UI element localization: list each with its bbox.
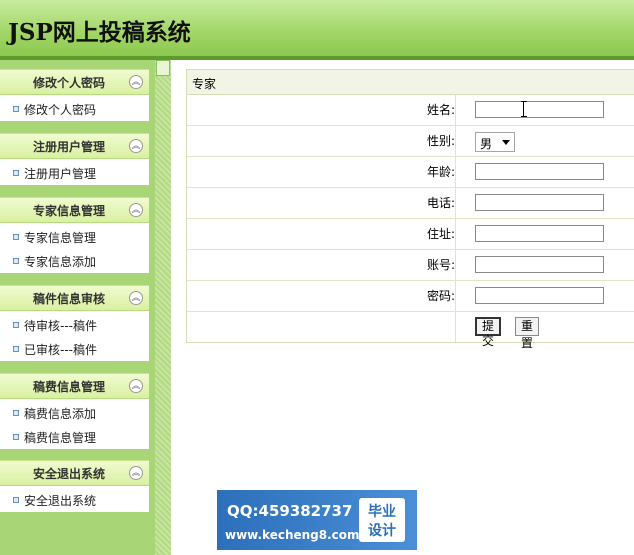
row-address: 住址:	[187, 219, 634, 250]
bullet-icon	[13, 106, 19, 112]
bullet-icon	[13, 410, 19, 416]
address-label: 住址:	[187, 219, 456, 249]
watermark-seal: 毕业 设计	[359, 498, 405, 542]
section-header[interactable]: 稿件信息审核 ︽	[0, 285, 149, 311]
sidebar-item-payment-add[interactable]: 稿费信息添加	[0, 401, 149, 425]
sidebar-item-change-password[interactable]: 修改个人密码	[0, 97, 149, 121]
row-gender: 性别: 男	[187, 126, 634, 157]
reset-button[interactable]: 重置	[515, 317, 540, 350]
section-title: 注册用户管理	[32, 140, 105, 154]
collapse-icon[interactable]: ︽	[129, 75, 143, 89]
age-label: 年龄:	[187, 157, 456, 187]
collapse-icon[interactable]: ︽	[129, 466, 143, 480]
app-title: JSP网上投稿系统	[8, 19, 191, 46]
sidebar-splitter[interactable]	[155, 60, 171, 555]
row-age: 年龄:	[187, 157, 634, 188]
sidebar-section-logout: 安全退出系统 ︽ 安全退出系统	[0, 460, 149, 512]
name-input[interactable]	[475, 101, 604, 118]
seal-line-1: 毕业	[368, 504, 396, 520]
bullet-icon	[13, 497, 19, 503]
bullet-icon	[13, 234, 19, 240]
row-phone: 电话:	[187, 188, 634, 219]
actions-label-cell	[187, 312, 456, 342]
chevron-down-icon	[502, 140, 510, 145]
row-actions: 提交 重置	[187, 312, 634, 350]
section-title: 专家信息管理	[32, 204, 105, 218]
collapse-icon[interactable]: ︽	[129, 203, 143, 217]
section-header[interactable]: 注册用户管理 ︽	[0, 133, 149, 159]
collapse-icon[interactable]: ︽	[129, 139, 143, 153]
section-title: 稿件信息审核	[32, 292, 105, 306]
age-input[interactable]	[475, 163, 604, 180]
bullet-icon	[13, 170, 19, 176]
form-title-bar: 专家	[187, 70, 634, 95]
account-label: 账号:	[187, 250, 456, 280]
section-header[interactable]: 稿费信息管理 ︽	[0, 373, 149, 399]
sidebar-item-expert-management[interactable]: 专家信息管理	[0, 225, 149, 249]
bullet-icon	[13, 434, 19, 440]
gender-select[interactable]: 男	[475, 132, 515, 152]
text-cursor-icon	[521, 101, 527, 117]
submit-button[interactable]: 提交	[475, 317, 502, 348]
section-header[interactable]: 修改个人密码 ︽	[0, 69, 149, 95]
sidebar-toggle-icon[interactable]	[156, 60, 170, 76]
sidebar-section-users: 注册用户管理 ︽ 注册用户管理	[0, 133, 149, 185]
expert-form: 专家 姓名: 性别: 男 年龄: 电话: 住址: 账号: 密码: 提交 重置	[186, 69, 634, 350]
section-header[interactable]: 专家信息管理 ︽	[0, 197, 149, 223]
gender-selected-value: 男	[480, 137, 493, 151]
section-title: 修改个人密码	[32, 76, 105, 90]
gender-label: 性别:	[187, 126, 456, 156]
seal-line-2: 设计	[368, 523, 396, 539]
sidebar-item-payment-management[interactable]: 稿费信息管理	[0, 425, 149, 449]
collapse-icon[interactable]: ︽	[129, 379, 143, 393]
bullet-icon	[13, 322, 19, 328]
sidebar-section-review: 稿件信息审核 ︽ 待审核---稿件 已审核---稿件	[0, 285, 149, 361]
sidebar-item-pending-review[interactable]: 待审核---稿件	[0, 313, 149, 337]
row-password: 密码:	[187, 281, 634, 312]
section-title: 稿费信息管理	[32, 380, 105, 394]
password-label: 密码:	[187, 281, 456, 311]
sidebar-item-user-management[interactable]: 注册用户管理	[0, 161, 149, 185]
name-label: 姓名:	[187, 95, 456, 125]
sidebar-section-experts: 专家信息管理 ︽ 专家信息管理 专家信息添加	[0, 197, 149, 273]
bullet-icon	[13, 346, 19, 352]
section-header[interactable]: 安全退出系统 ︽	[0, 460, 149, 486]
phone-label: 电话:	[187, 188, 456, 218]
collapse-icon[interactable]: ︽	[129, 291, 143, 305]
password-input[interactable]	[475, 287, 604, 304]
watermark-url: www.kecheng8.com	[225, 528, 360, 542]
sidebar-section-payment: 稿费信息管理 ︽ 稿费信息添加 稿费信息管理	[0, 373, 149, 449]
row-account: 账号:	[187, 250, 634, 281]
account-input[interactable]	[475, 256, 604, 273]
sidebar-item-expert-add[interactable]: 专家信息添加	[0, 249, 149, 273]
sidebar: 修改个人密码 ︽ 修改个人密码 注册用户管理 ︽ 注册用户管理 专家信息管理 ︽	[0, 60, 155, 555]
watermark-banner: QQ:459382737 www.kecheng8.com 毕业 设计	[217, 490, 417, 550]
form-title: 专家	[192, 77, 217, 91]
bullet-icon	[13, 258, 19, 264]
sidebar-item-reviewed[interactable]: 已审核---稿件	[0, 337, 149, 361]
section-title: 安全退出系统	[32, 467, 105, 481]
sidebar-section-password: 修改个人密码 ︽ 修改个人密码	[0, 69, 149, 121]
watermark-qq: QQ:459382737	[227, 502, 353, 520]
address-input[interactable]	[475, 225, 604, 242]
app-header: JSP网上投稿系统	[0, 0, 634, 56]
sidebar-item-logout[interactable]: 安全退出系统	[0, 488, 149, 512]
row-name: 姓名:	[187, 95, 634, 126]
phone-input[interactable]	[475, 194, 604, 211]
